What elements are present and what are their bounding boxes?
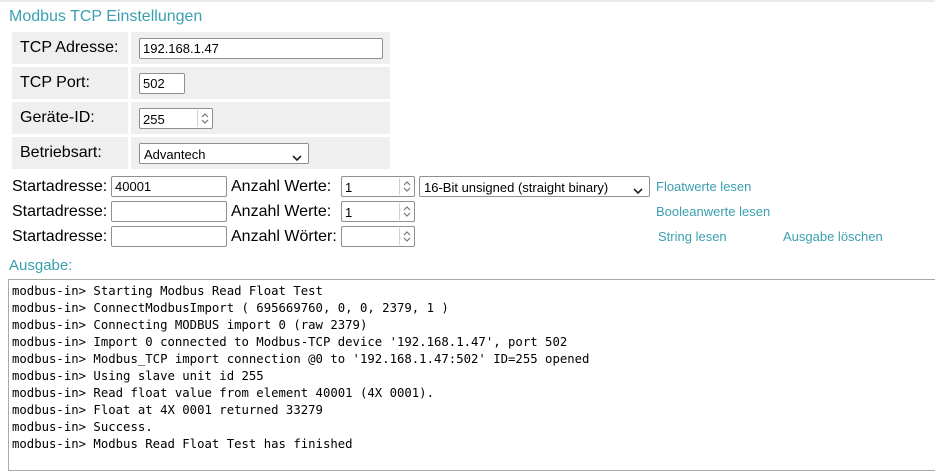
spinner-arrows-icon[interactable] (197, 110, 211, 127)
output-console[interactable]: modbus-in> Starting Modbus Read Float Te… (8, 279, 935, 471)
float-count-stepper[interactable]: 1 (341, 176, 415, 197)
float-count-value: 1 (345, 180, 353, 195)
bool-start-input[interactable] (111, 201, 227, 222)
output-line: modbus-in> Starting Modbus Read Float Te… (12, 284, 323, 298)
tcp-port-cell (131, 67, 390, 99)
mode-select[interactable]: Advantech (139, 143, 309, 164)
output-line: modbus-in> Read float value from element… (12, 386, 434, 400)
output-line: modbus-in> Float at 4X 0001 returned 332… (12, 403, 323, 417)
device-id-value: 255 (143, 112, 165, 127)
float-format-select[interactable]: 16-Bit unsigned (straight binary) (419, 176, 650, 197)
tcp-address-label: TCP Adresse: (12, 32, 128, 64)
device-id-label: Geräte-ID: (12, 102, 128, 134)
top-divider (0, 0, 935, 2)
spinner-arrows-icon[interactable] (399, 203, 413, 220)
mode-selected-value: Advantech (144, 147, 206, 162)
chevron-down-icon (292, 150, 302, 165)
bool-count-stepper[interactable]: 1 (341, 201, 415, 222)
tcp-port-label: TCP Port: (12, 67, 128, 99)
spinner-arrows-icon[interactable] (399, 228, 413, 245)
output-line: modbus-in> Modbus Read Float Test has fi… (12, 437, 353, 451)
string-start-label: Startadresse: (12, 228, 108, 245)
page-title: Modbus TCP Einstellungen (9, 8, 203, 25)
device-id-cell: 255 (131, 102, 390, 134)
read-string-link[interactable]: String lesen (658, 229, 727, 244)
float-start-input[interactable] (111, 176, 227, 197)
read-float-link[interactable]: Floatwerte lesen (656, 179, 751, 194)
output-line: modbus-in> Modbus_TCP import connection … (12, 352, 590, 366)
float-count-label: Anzahl Werte: (231, 178, 332, 195)
output-line: modbus-in> ConnectModbusImport ( 6956697… (12, 301, 449, 315)
tcp-port-input[interactable] (139, 73, 185, 94)
spinner-arrows-icon[interactable] (399, 178, 413, 195)
float-format-value: 16-Bit unsigned (straight binary) (424, 180, 609, 195)
string-count-stepper[interactable] (341, 226, 415, 247)
chevron-down-icon (633, 183, 643, 198)
output-line: modbus-in> Connecting MODBUS import 0 (r… (12, 318, 368, 332)
bool-count-label: Anzahl Werte: (231, 203, 332, 220)
tcp-address-cell (131, 32, 390, 64)
output-line: modbus-in> Success. (12, 420, 153, 434)
clear-output-link[interactable]: Ausgabe löschen (783, 229, 883, 244)
output-label: Ausgabe: (9, 257, 73, 274)
tcp-address-input[interactable] (139, 38, 383, 59)
mode-label: Betriebsart: (12, 137, 128, 169)
bool-count-value: 1 (345, 205, 353, 220)
device-id-stepper[interactable]: 255 (139, 108, 213, 129)
string-count-label: Anzahl Wörter: (231, 228, 337, 245)
string-start-input[interactable] (111, 226, 227, 247)
bool-start-label: Startadresse: (12, 203, 108, 220)
mode-cell: Advantech (131, 137, 390, 169)
output-line: modbus-in> Import 0 connected to Modbus-… (12, 335, 568, 349)
read-boolean-link[interactable]: Booleanwerte lesen (656, 204, 770, 219)
output-line: modbus-in> Using slave unit id 255 (12, 369, 264, 383)
float-start-label: Startadresse: (12, 178, 108, 195)
